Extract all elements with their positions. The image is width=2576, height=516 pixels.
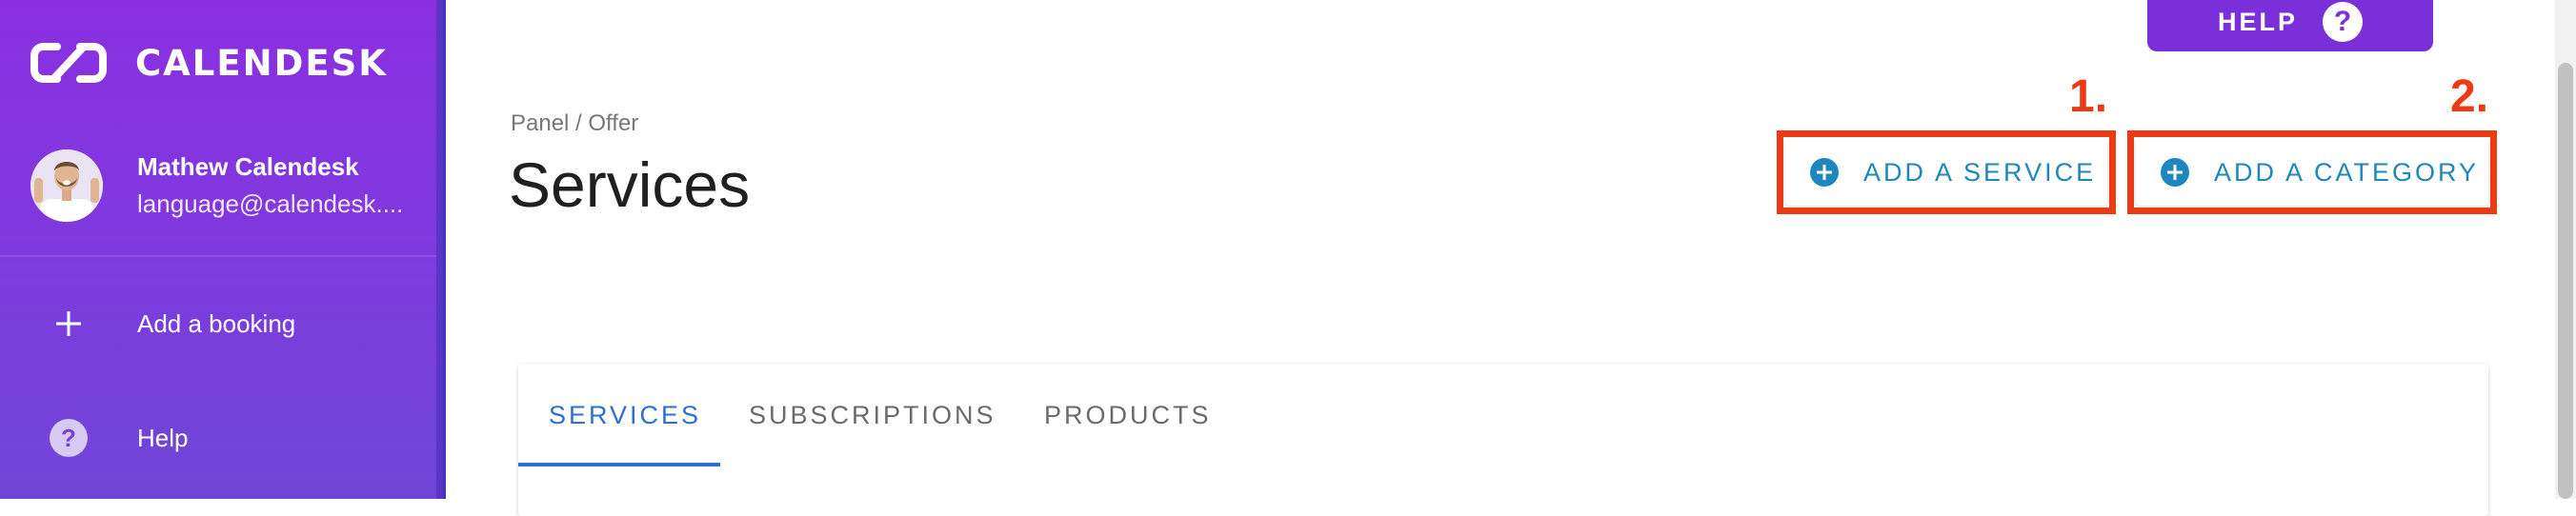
annotation-highlight-1 xyxy=(1777,130,2116,214)
question-circle-icon: ? xyxy=(2323,2,2363,42)
plus-icon xyxy=(48,303,90,345)
avatar-image xyxy=(30,149,103,222)
sidebar-edge xyxy=(436,0,446,499)
avatar[interactable] xyxy=(30,149,103,222)
sidebar-item-help[interactable]: ? Help xyxy=(0,400,436,476)
sidebar-item-add-booking[interactable]: Add a booking xyxy=(0,286,436,362)
svg-text:?: ? xyxy=(61,424,76,452)
breadcrumb: Panel / Offer xyxy=(511,110,639,136)
brand[interactable]: CALENDESK xyxy=(30,36,388,89)
help-label: HELP xyxy=(2217,7,2298,36)
sidebar-divider xyxy=(0,255,436,257)
calendesk-logo-icon xyxy=(30,43,107,83)
question-circle-icon: ? xyxy=(48,417,90,459)
active-tab-indicator xyxy=(518,463,720,466)
annotation-marker-2: 2. xyxy=(2450,71,2489,122)
sidebar-item-label: Add a booking xyxy=(137,308,296,338)
profile-name: Mathew Calendesk xyxy=(137,152,359,181)
profile-email: language@calendesk.... xyxy=(137,189,404,218)
tab-services[interactable]: SERVICES xyxy=(549,364,701,466)
user-profile[interactable]: Mathew Calendesk language@calendesk.... xyxy=(30,143,421,228)
page-title: Services xyxy=(509,149,751,220)
profile-text: Mathew Calendesk language@calendesk.... xyxy=(137,152,403,219)
scrollbar-thumb[interactable] xyxy=(2558,63,2573,499)
help-button[interactable]: HELP ? xyxy=(2147,0,2433,51)
annotation-highlight-2 xyxy=(2127,130,2497,214)
brand-name: CALENDESK xyxy=(135,42,388,84)
sidebar: CALENDESK Mathew Calendesk language@cale… xyxy=(0,0,436,499)
tab-products[interactable]: PRODUCTS xyxy=(1044,364,1212,466)
tabs-card: SERVICES SUBSCRIPTIONS PRODUCTS xyxy=(518,364,2488,516)
annotation-marker-1: 1. xyxy=(2069,71,2108,122)
tab-subscriptions[interactable]: SUBSCRIPTIONS xyxy=(749,364,996,466)
sidebar-item-label: Help xyxy=(137,423,189,452)
